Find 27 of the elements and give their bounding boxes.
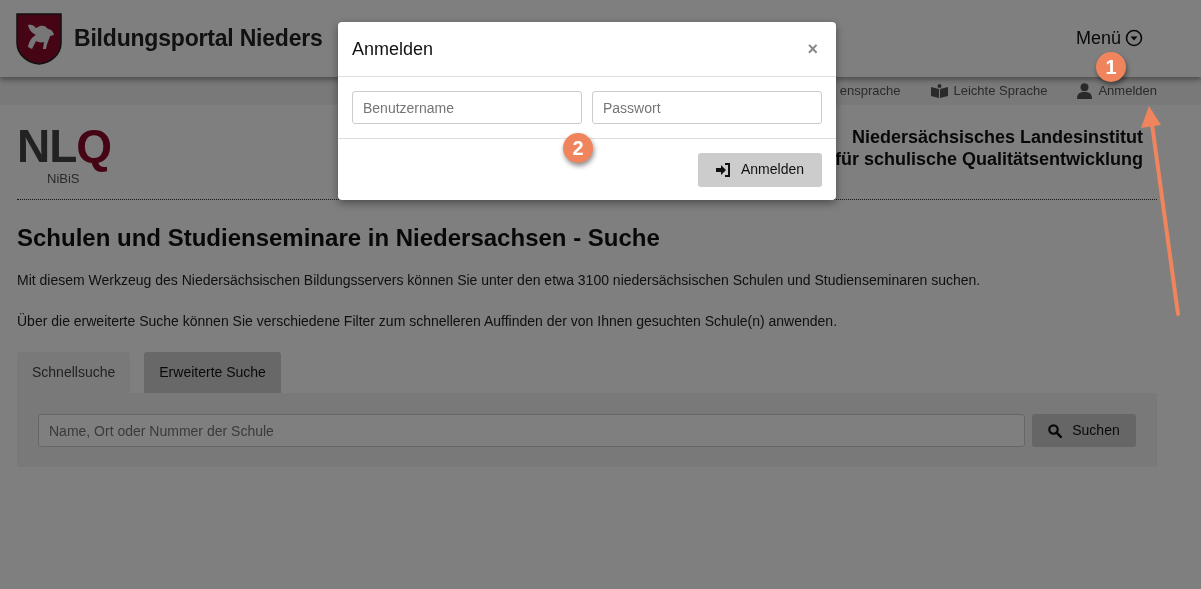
search-button[interactable]: Suchen [1032,414,1136,448]
user-icon [1077,83,1093,99]
caret-icon [1125,29,1143,48]
page-heading: Schulen und Studienseminare in Niedersachsen - Suche [17,223,661,253]
input-field[interactable]: Benutzername [352,91,582,124]
input-field[interactable]: Passwort [592,91,822,124]
search-field[interactable]: Name, Ort oder Nummer der Schule [38,414,1025,448]
login-link[interactable]: Anmelden [1077,81,1157,101]
dialog-title: Anmelden [352,37,434,61]
toolbar-link[interactable]: ensprache [839,81,901,101]
search-icon [1048,423,1063,438]
toolbar-link[interactable]: Leichte Sprache [930,81,1048,101]
search-tab[interactable]: Erweiterte Suche [144,352,281,394]
intro-text: Über die erweiterte Suche können Sie verschiedene Filter zum schnelleren Auffinden der von Ihnen gesuchten Schule(n) anwenden. [17,312,839,332]
institute-name: Niedersächsisches Landesinstitut [850,127,1143,149]
book-icon [930,84,948,98]
institute-name: für schulische Qualitätsentwicklung [834,148,1143,171]
intro-text: Mit diesem Werkzeug des Niedersächsischen Bildungsservers können Sie unter den etwa 3100 niedersächsischen Schulen und Studienseminaren suchen. [17,271,982,291]
menu-button[interactable]: Menü [1075,28,1143,49]
login-button[interactable]: Anmelden [698,152,822,187]
sign-in-icon [715,162,731,177]
coat-of-arms-icon [16,12,62,65]
close-button[interactable]: × [803,40,822,58]
search-tab[interactable]: Schnellsuche [17,352,131,394]
site-title: Bildungsportal Nieders [74,24,323,54]
logo-subtitle: NiBiS [47,171,80,188]
step-marker: 1 [1096,52,1126,82]
